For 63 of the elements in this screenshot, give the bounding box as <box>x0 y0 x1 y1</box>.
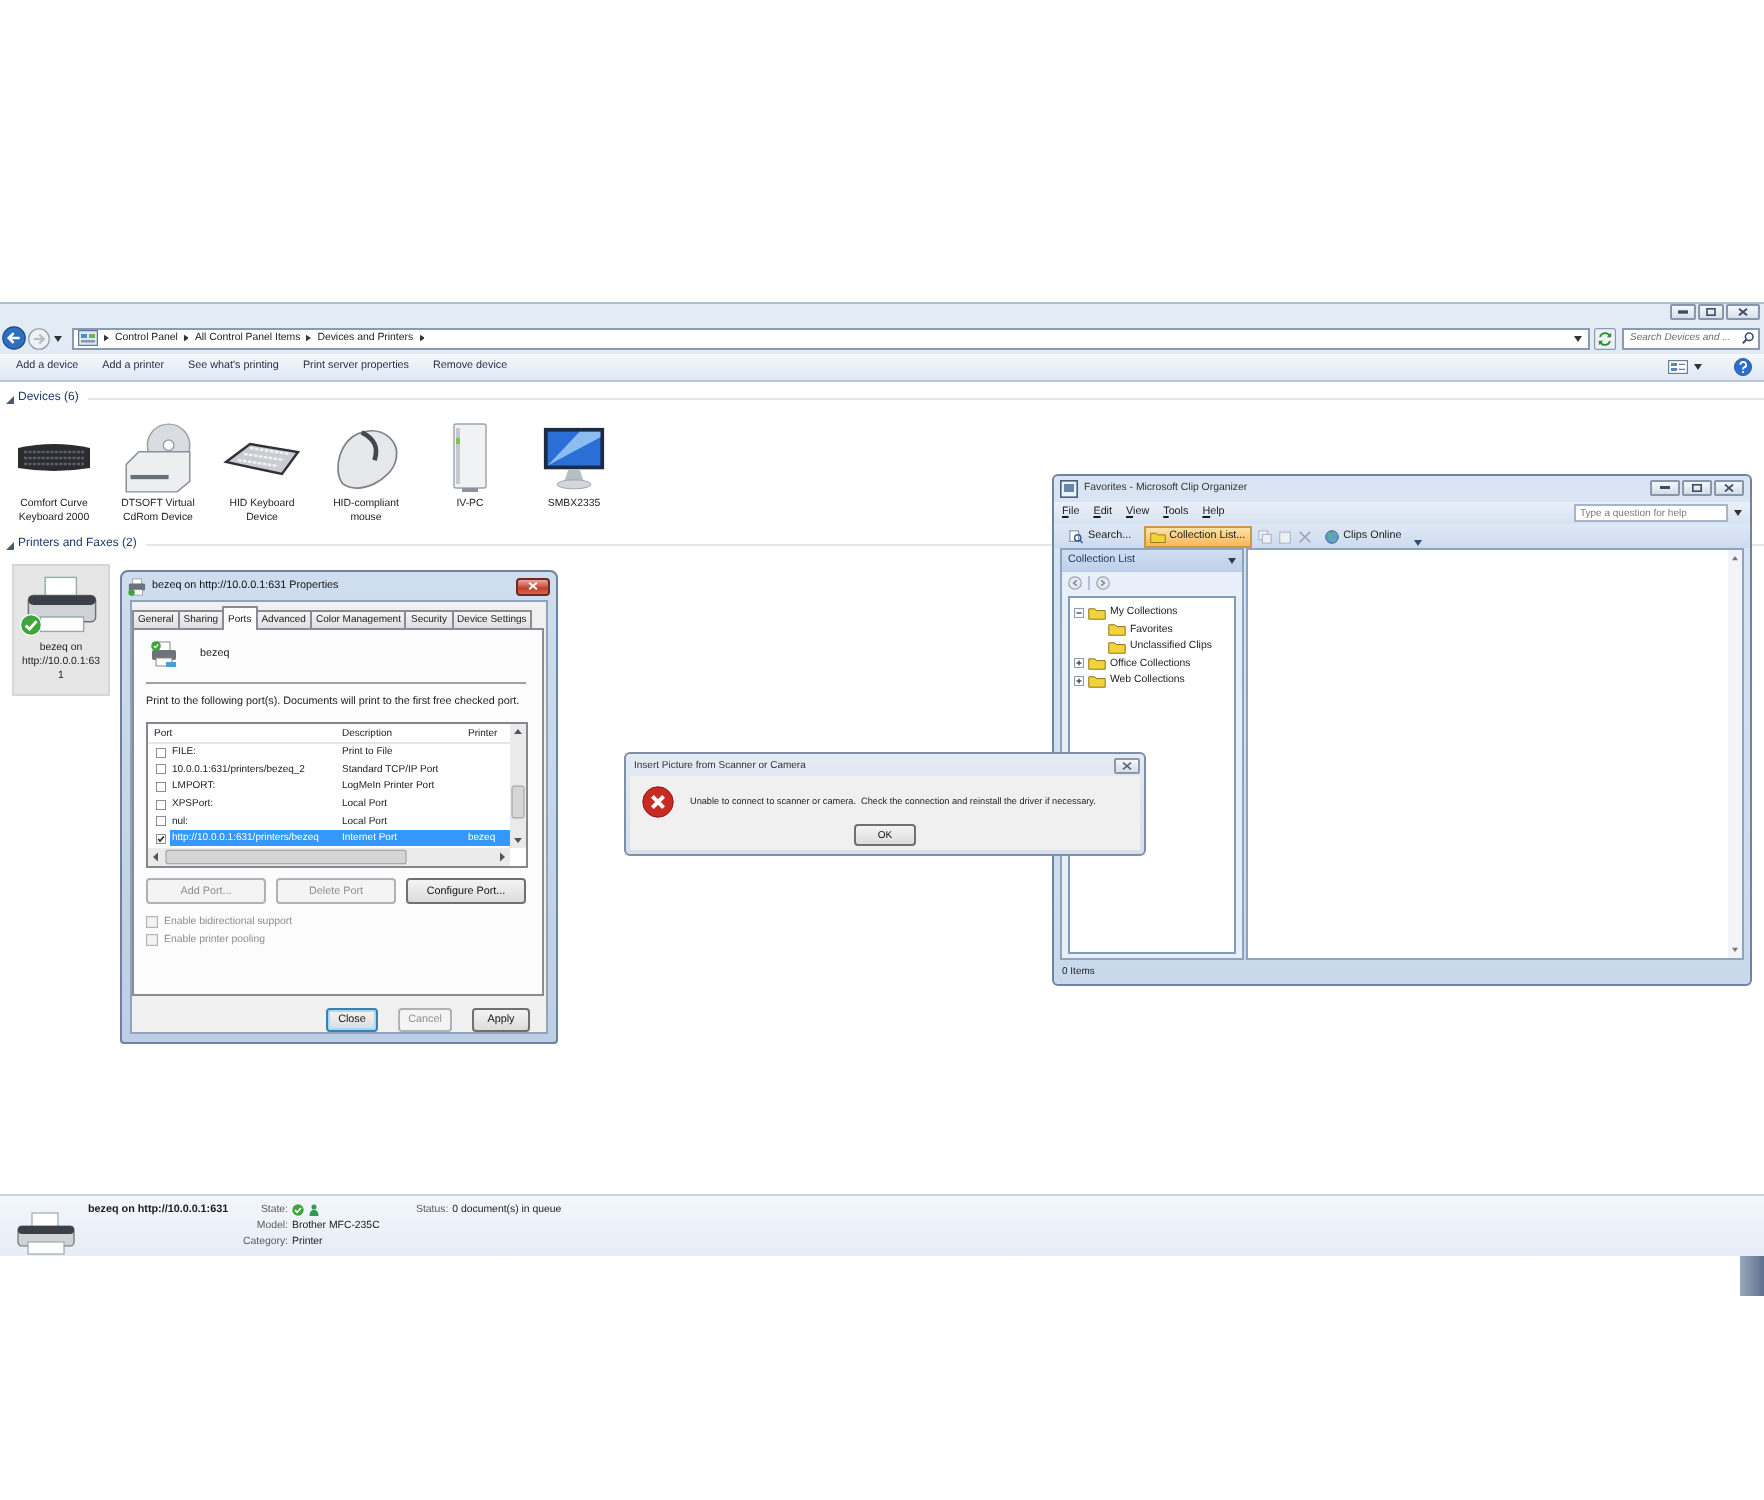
dropdown-caret-icon[interactable] <box>1734 510 1742 516</box>
checkbox[interactable] <box>156 747 166 758</box>
globe-icon <box>1323 529 1340 543</box>
breadcrumb-arrow-icon[interactable] <box>306 334 312 342</box>
keyboard-icon <box>16 442 92 474</box>
dropdown-caret-icon[interactable] <box>1574 335 1582 341</box>
checkbox[interactable] <box>156 781 166 792</box>
scrollbar-thumb <box>1740 1256 1764 1296</box>
group-toggle-icon[interactable] <box>6 395 14 403</box>
breadcrumb-arrow-icon[interactable] <box>104 334 109 342</box>
dropdown-caret-icon[interactable] <box>1228 558 1236 564</box>
breadcrumb-arrow-icon[interactable] <box>419 334 425 342</box>
close-icon <box>1738 308 1748 316</box>
maximize-icon <box>1692 484 1702 492</box>
error-icon <box>642 786 674 818</box>
printer-icon <box>128 577 146 595</box>
close-button[interactable] <box>1714 480 1744 496</box>
search-icon <box>1068 529 1084 543</box>
disc-drive-icon <box>122 422 194 494</box>
minimize-icon <box>1660 484 1670 492</box>
help-icon[interactable] <box>1734 358 1752 376</box>
expander-icon[interactable] <box>1074 675 1084 686</box>
vertical-scrollbar[interactable] <box>510 724 526 848</box>
close-button[interactable] <box>516 577 550 595</box>
checkbox[interactable] <box>156 816 166 827</box>
view-options-icon[interactable] <box>1668 360 1688 374</box>
toolbar-overflow-icon[interactable] <box>1413 535 1422 545</box>
close-icon <box>528 582 538 590</box>
minimize-button[interactable] <box>1670 304 1696 320</box>
checkbox[interactable] <box>156 764 166 775</box>
close-button[interactable] <box>1726 304 1760 320</box>
refresh-button[interactable] <box>1594 327 1616 349</box>
check-icon <box>292 1204 304 1216</box>
back-button[interactable] <box>2 326 26 350</box>
breadcrumb-arrow-icon[interactable] <box>183 334 189 342</box>
restore-icon <box>1706 308 1716 316</box>
minimize-button[interactable] <box>1650 480 1680 496</box>
expander-icon[interactable] <box>1074 607 1084 618</box>
shared-user-icon <box>308 1204 320 1216</box>
group-toggle-icon[interactable] <box>6 541 14 549</box>
vertical-scrollbar[interactable] <box>1728 550 1742 958</box>
printer-icon <box>150 640 178 668</box>
search-icon <box>1742 332 1754 344</box>
app-icon <box>1060 480 1078 498</box>
close-button[interactable] <box>1114 757 1140 773</box>
computer-tower-icon <box>452 422 488 494</box>
control-panel-icon <box>78 330 98 346</box>
history-caret-icon[interactable] <box>54 335 62 341</box>
checkbox[interactable] <box>156 833 166 844</box>
minimize-icon <box>1678 308 1688 316</box>
dropdown-caret-icon[interactable] <box>1694 364 1702 370</box>
maximize-button[interactable] <box>1682 480 1712 496</box>
close-icon <box>1122 761 1132 769</box>
close-icon <box>1724 484 1734 492</box>
expander-icon[interactable] <box>1074 658 1084 669</box>
forward-icon[interactable] <box>1096 576 1110 590</box>
checkbox[interactable] <box>156 799 166 810</box>
back-icon[interactable] <box>1068 576 1082 590</box>
keyboard-icon <box>222 438 302 478</box>
printer-icon <box>25 575 97 633</box>
horizontal-scrollbar[interactable] <box>148 848 510 866</box>
restore-button[interactable] <box>1698 304 1724 320</box>
monitor-icon <box>542 424 606 492</box>
